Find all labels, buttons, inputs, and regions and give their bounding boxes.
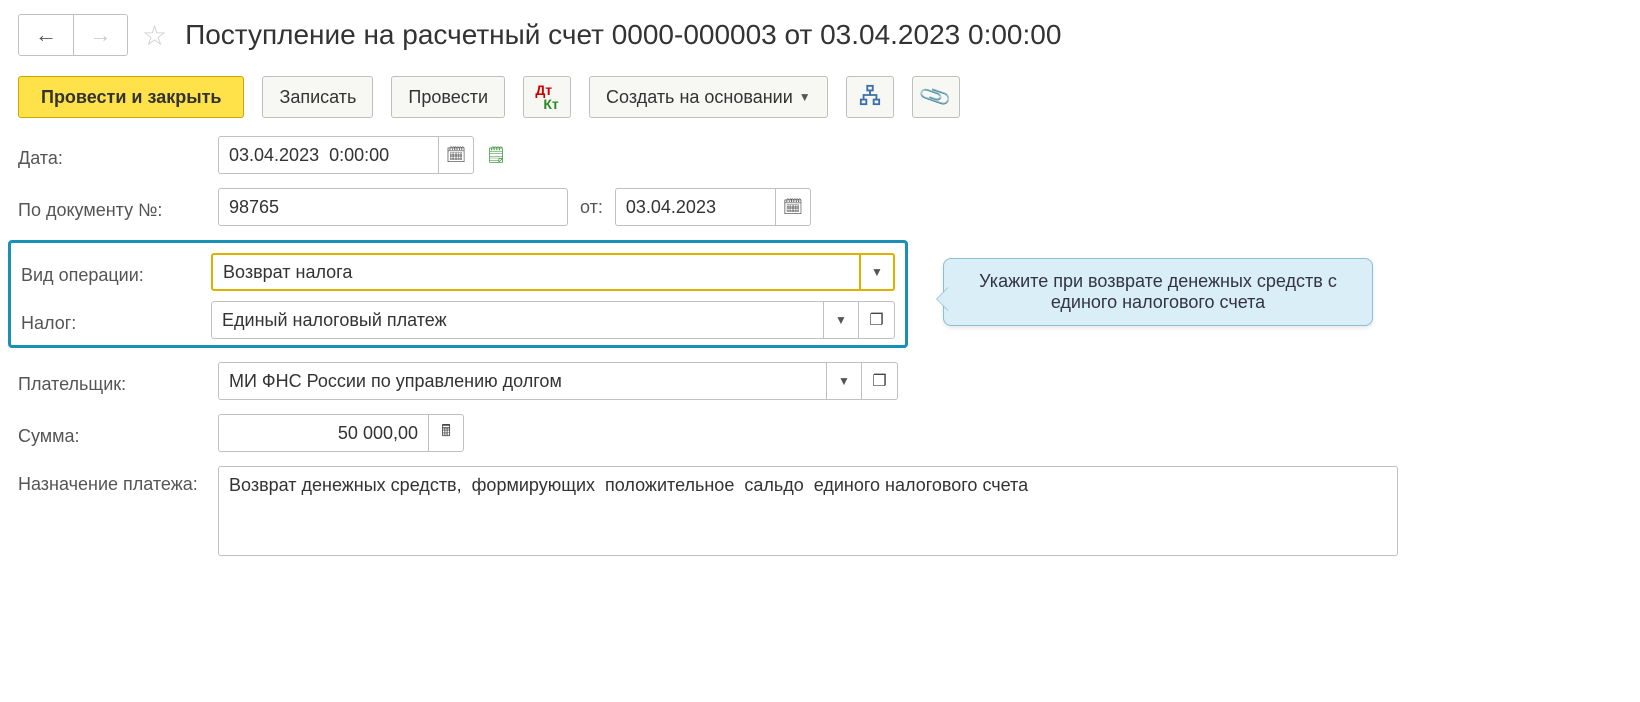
save-button[interactable]: Записать [262,76,373,118]
amount-input[interactable] [218,414,428,452]
row-doc-number: По документу №: от: 🗓 [18,188,1622,226]
row-tax: Налог: ▼ ❐ [11,301,895,339]
date-input[interactable] [218,136,438,174]
operation-type-group: ▼ [211,253,895,291]
calculator-icon: 🖩 [441,420,451,447]
tax-open-button[interactable]: ❐ [859,301,895,339]
operation-type-dropdown-button[interactable]: ▼ [859,253,895,291]
forward-button[interactable]: → [73,15,127,55]
payer-group: ▼ ❐ [218,362,898,400]
amount-calc-button[interactable]: 🖩 [428,414,464,452]
chevron-down-icon: ▼ [835,313,847,327]
label-operation-type: Вид операции: [21,259,211,286]
purpose-textarea[interactable] [218,466,1398,556]
chevron-down-icon: ▼ [871,265,883,279]
amount-group: 🖩 [218,414,464,452]
calendar-icon: 🗓 [446,145,466,165]
open-icon: ❐ [872,371,886,391]
chevron-down-icon: ▼ [838,374,850,388]
date-input-group: 🗓 [218,136,474,174]
debit-credit-button[interactable]: ДтКт [523,76,571,118]
payer-open-button[interactable]: ❐ [862,362,898,400]
nav-buttons: ← → [18,14,128,56]
paperclip-icon: 📎 [917,79,954,115]
label-amount: Сумма: [18,420,218,447]
label-doc-number: По документу №: [18,194,218,221]
back-button[interactable]: ← [19,15,73,55]
row-purpose: Назначение платежа: [18,466,1622,556]
post-and-close-button[interactable]: Провести и закрыть [18,76,244,118]
label-purpose: Назначение платежа: [18,466,218,496]
structure-icon [859,84,881,111]
note-check-icon[interactable]: 🗒 [486,145,506,165]
attach-button[interactable]: 📎 [912,76,960,118]
arrow-right-icon: → [90,22,112,48]
structure-button[interactable] [846,76,894,118]
toolbar: Провести и закрыть Записать Провести ДтК… [18,76,1622,118]
hint-callout: Укажите при возврате денежных средств с … [943,258,1373,326]
row-operation-type: Вид операции: ▼ [11,253,895,291]
operation-type-input[interactable] [211,253,859,291]
doc-date-picker-button[interactable]: 🗓 [775,188,811,226]
highlight-box: Вид операции: ▼ Налог: ▼ ❐ [8,240,908,348]
doc-date-group: 🗓 [615,188,811,226]
label-from: от: [580,197,603,218]
favorite-star-icon[interactable]: ☆ [142,19,167,52]
highlight-wrapper: Вид операции: ▼ Налог: ▼ ❐ Укажите при [18,240,1622,348]
create-based-on-label: Создать на основании [606,87,793,108]
tax-dropdown-button[interactable]: ▼ [823,301,859,339]
date-picker-button[interactable]: 🗓 [438,136,474,174]
create-based-on-button[interactable]: Создать на основании ▼ [589,76,828,118]
tax-input[interactable] [211,301,823,339]
page-title: Поступление на расчетный счет 0000-00000… [185,19,1061,51]
doc-date-input[interactable] [615,188,775,226]
hint-text: Укажите при возврате денежных средств с … [979,271,1337,312]
payer-input[interactable] [218,362,826,400]
calendar-icon: 🗓 [783,197,803,217]
doc-number-input[interactable] [218,188,568,226]
debit-credit-icon: ДтКт [535,83,558,111]
header-bar: ← → ☆ Поступление на расчетный счет 0000… [18,14,1622,56]
chevron-down-icon: ▼ [799,90,811,104]
payer-dropdown-button[interactable]: ▼ [826,362,862,400]
label-date: Дата: [18,142,218,169]
row-amount: Сумма: 🖩 [18,414,1622,452]
row-payer: Плательщик: ▼ ❐ [18,362,1622,400]
open-icon: ❐ [869,310,883,330]
label-tax: Налог: [21,307,211,334]
arrow-left-icon: ← [35,22,57,48]
post-button[interactable]: Провести [391,76,505,118]
label-payer: Плательщик: [18,368,218,395]
tax-group: ▼ ❐ [211,301,895,339]
row-date: Дата: 🗓 🗒 [18,136,1622,174]
